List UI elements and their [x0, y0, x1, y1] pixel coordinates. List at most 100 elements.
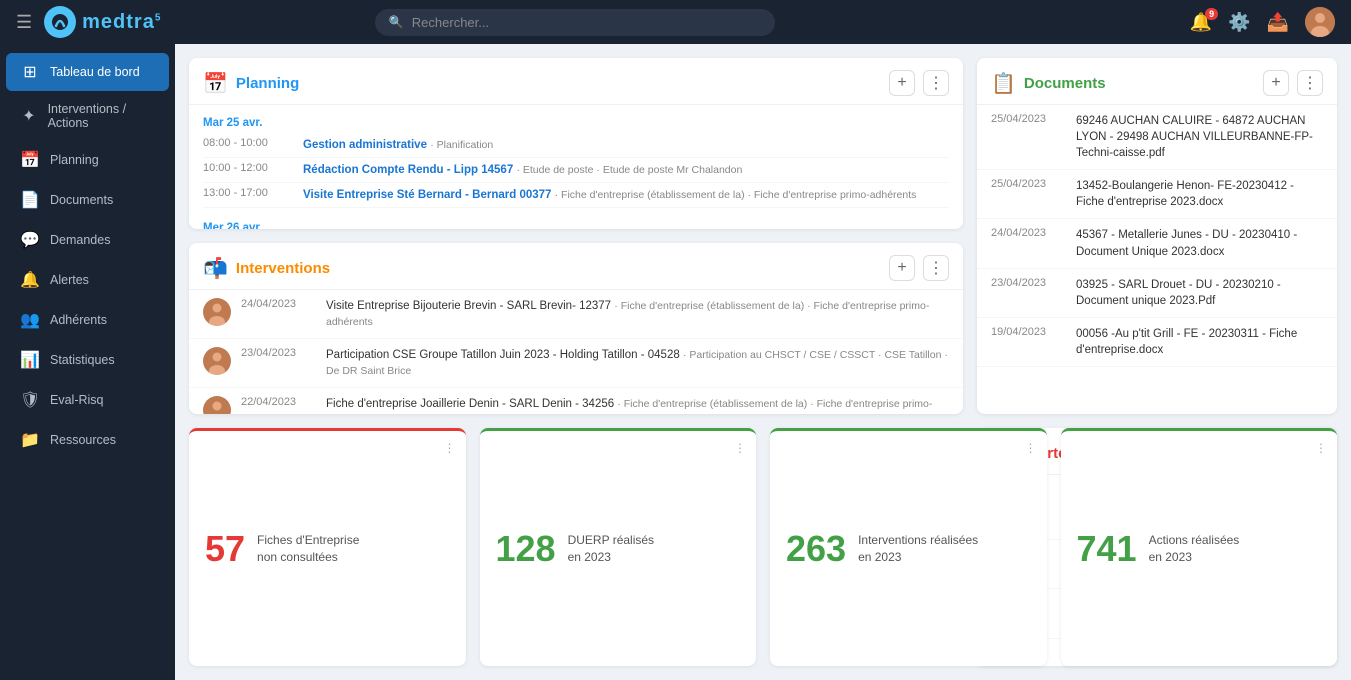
doc-date-3: 23/04/2023	[991, 277, 1066, 289]
stat-number-1: 128	[496, 531, 556, 567]
stat-label-0: Fiches d'Entreprisenon consultées	[257, 532, 359, 566]
planning-day-0: Mar 25 avr. 08:00 - 10:00 Gestion admini…	[203, 113, 949, 208]
int-date-0: 24/04/2023	[241, 298, 316, 310]
doc-date-2: 24/04/2023	[991, 227, 1066, 239]
day-label-0: Mar 25 avr.	[203, 113, 949, 129]
sidebar-item-documents[interactable]: 📄 Documents	[6, 181, 169, 219]
sidebar-label-statistiques: Statistiques	[50, 353, 115, 367]
sidebar-item-eval-risq[interactable]: 🛡 Eval-Risq	[6, 381, 169, 419]
sidebar-label-ressources: Ressources	[50, 433, 116, 447]
stats-row: 57 Fiches d'Entreprisenon consultées ⋮ 1…	[189, 428, 1337, 666]
interventions-actions: + ⋮	[889, 255, 949, 281]
topbar: ☰ medtra5 🔍 🔔 9 ⚙️ 📤	[0, 0, 1351, 44]
sidebar-label-demandes: Demandes	[50, 233, 110, 247]
sidebar-item-interventions-actions[interactable]: ✦ Interventions / Actions	[6, 93, 169, 139]
dashboard-icon: ⊞	[20, 62, 40, 82]
planning-card: 📅 Planning + ⋮ Mar 25 avr. 08:00 - 10:00…	[189, 58, 963, 229]
event-text: Gestion administrative · Planification	[303, 137, 493, 153]
stat-menu-3[interactable]: ⋮	[1315, 441, 1327, 455]
planning-day-1: Mer 26 avr. 08:00 - 12:00 Rédaction Comp…	[203, 218, 949, 229]
planning-icon: 📅	[20, 150, 40, 170]
documents-card: 📋 Documents + ⋮ 25/04/2023 69246 AUCHAN …	[977, 58, 1337, 414]
sidebar-label-documents: Documents	[50, 193, 113, 207]
search-icon: 🔍	[389, 15, 404, 29]
stat-menu-0[interactable]: ⋮	[444, 441, 456, 455]
settings-icon[interactable]: ⚙️	[1228, 12, 1250, 33]
interventions-more-button[interactable]: ⋮	[923, 255, 949, 281]
sidebar-item-planning[interactable]: 📅 Planning	[6, 141, 169, 179]
sidebar-label-tableau-de-bord: Tableau de bord	[50, 65, 140, 79]
event-time: 08:00 - 10:00	[203, 137, 293, 149]
event-time: 13:00 - 17:00	[203, 187, 293, 199]
doc-item-3: 23/04/2023 03925 - SARL Drouet - DU - 20…	[977, 269, 1337, 318]
topbar-icons: 🔔 9 ⚙️ 📤	[1190, 7, 1335, 37]
statistiques-icon: 📊	[20, 350, 40, 370]
interventions-card: 📬 Interventions + ⋮ 24/04/2023 Visite En…	[189, 243, 963, 414]
stat-card-1: 128 DUERP réalisésen 2023 ⋮	[480, 428, 757, 666]
event-row: 10:00 - 12:00 Rédaction Compte Rendu - L…	[203, 158, 949, 183]
stat-card-3: 741 Actions réaliséesen 2023 ⋮	[1061, 428, 1338, 666]
doc-text-3: 03925 - SARL Drouet - DU - 20230210 - Do…	[1076, 277, 1323, 309]
search-bar[interactable]: 🔍	[375, 9, 775, 36]
documents-header-icon: 📋	[991, 71, 1016, 96]
avatar-2	[203, 396, 231, 414]
logo-text: medtra5	[82, 11, 161, 34]
sidebar-label-planning: Planning	[50, 153, 99, 167]
doc-item-0: 25/04/2023 69246 AUCHAN CALUIRE - 64872 …	[977, 105, 1337, 170]
documents-header: 📋 Documents + ⋮	[977, 58, 1337, 105]
search-input[interactable]	[412, 15, 761, 30]
doc-item-2: 24/04/2023 45367 - Metallerie Junes - DU…	[977, 219, 1337, 268]
intervention-item-1: 23/04/2023 Participation CSE Groupe Tati…	[189, 339, 963, 388]
menu-icon[interactable]: ☰	[16, 12, 32, 33]
interventions-header-icon: 📬	[203, 256, 228, 281]
demandes-icon: 💬	[20, 230, 40, 250]
sidebar-item-statistiques[interactable]: 📊 Statistiques	[6, 341, 169, 379]
doc-date-4: 19/04/2023	[991, 326, 1066, 338]
stat-label-3: Actions réaliséesen 2023	[1149, 532, 1240, 566]
export-icon[interactable]: 📤	[1267, 12, 1289, 33]
day-label-1: Mer 26 avr.	[203, 218, 949, 229]
int-date-1: 23/04/2023	[241, 347, 316, 359]
documents-add-button[interactable]: +	[1263, 70, 1289, 96]
documents-more-button[interactable]: ⋮	[1297, 70, 1323, 96]
sidebar-item-adherents[interactable]: 👥 Adhérents	[6, 301, 169, 339]
sidebar-item-alertes[interactable]: 🔔 Alertes	[6, 261, 169, 299]
planning-more-button[interactable]: ⋮	[923, 70, 949, 96]
logo: medtra5	[44, 6, 161, 38]
avatar-0	[203, 298, 231, 326]
notif-badge: 9	[1205, 8, 1218, 20]
planning-add-button[interactable]: +	[889, 70, 915, 96]
int-date-2: 22/04/2023	[241, 396, 316, 408]
sidebar-label-adherents: Adhérents	[50, 313, 107, 327]
stat-card-2: 263 Interventions réaliséesen 2023 ⋮	[770, 428, 1047, 666]
event-row: 13:00 - 17:00 Visite Entreprise Sté Bern…	[203, 183, 949, 208]
doc-text-1: 13452-Boulangerie Henon- FE-20230412 - F…	[1076, 178, 1323, 210]
documents-nav-icon: 📄	[20, 190, 40, 210]
stat-menu-2[interactable]: ⋮	[1025, 441, 1037, 455]
alertes-nav-icon: 🔔	[20, 270, 40, 290]
sidebar-item-ressources[interactable]: 📁 Ressources	[6, 421, 169, 459]
stat-menu-1[interactable]: ⋮	[734, 441, 746, 455]
interventions-icon: ✦	[20, 106, 38, 126]
interventions-add-button[interactable]: +	[889, 255, 915, 281]
sidebar-label-interventions-actions: Interventions / Actions	[48, 102, 155, 130]
stat-number-0: 57	[205, 531, 245, 567]
avatar[interactable]	[1305, 7, 1335, 37]
sidebar-label-alertes: Alertes	[50, 273, 89, 287]
event-text: Rédaction Compte Rendu - Lipp 14567 · Et…	[303, 162, 742, 178]
ressources-icon: 📁	[20, 430, 40, 450]
event-text: Visite Entreprise Sté Bernard - Bernard …	[303, 187, 916, 203]
layout: ⊞ Tableau de bord ✦ Interventions / Acti…	[0, 44, 1351, 680]
sidebar-item-demandes[interactable]: 💬 Demandes	[6, 221, 169, 259]
int-text-0: Visite Entreprise Bijouterie Brevin - SA…	[326, 298, 949, 330]
event-time: 10:00 - 12:00	[203, 162, 293, 174]
event-row: 08:00 - 10:00 Gestion administrative · P…	[203, 133, 949, 158]
sidebar-label-eval-risq: Eval-Risq	[50, 393, 104, 407]
interventions-body: 24/04/2023 Visite Entreprise Bijouterie …	[189, 290, 963, 414]
sidebar-item-tableau-de-bord[interactable]: ⊞ Tableau de bord	[6, 53, 169, 91]
stat-number-3: 741	[1077, 531, 1137, 567]
notifications-icon[interactable]: 🔔 9	[1190, 12, 1212, 33]
planning-header-icon: 📅	[203, 71, 228, 96]
doc-date-0: 25/04/2023	[991, 113, 1066, 125]
doc-text-4: 00056 -Au p'tit Grill - FE - 20230311 - …	[1076, 326, 1323, 358]
